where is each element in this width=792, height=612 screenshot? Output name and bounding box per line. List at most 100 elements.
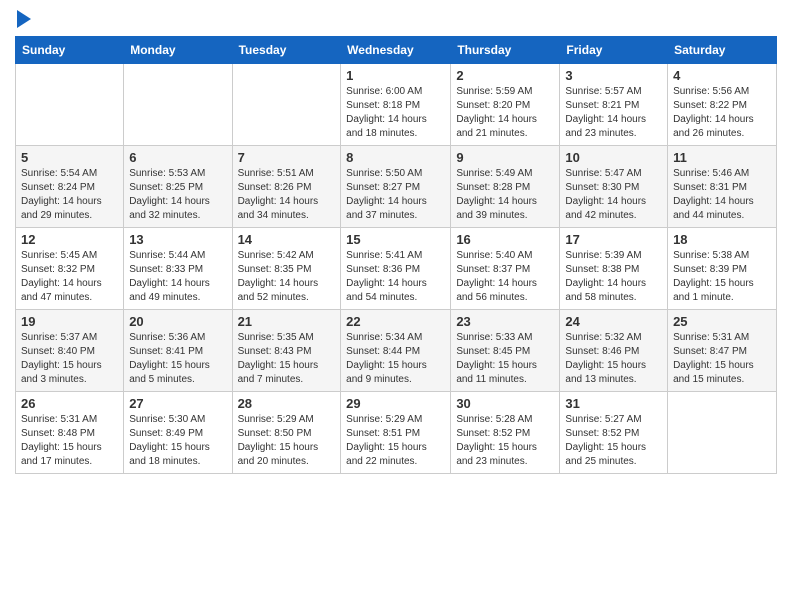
calendar-cell: 16Sunrise: 5:40 AMSunset: 8:37 PMDayligh…	[451, 228, 560, 310]
calendar-cell: 28Sunrise: 5:29 AMSunset: 8:50 PMDayligh…	[232, 392, 341, 474]
day-info-line: Daylight: 14 hours	[456, 277, 554, 291]
day-number: 7	[238, 150, 336, 165]
day-info-line: and 18 minutes.	[129, 455, 226, 469]
day-info-line: and 39 minutes.	[456, 209, 554, 223]
day-number: 9	[456, 150, 554, 165]
day-info-line: Sunset: 8:32 PM	[21, 263, 118, 277]
col-monday: Monday	[124, 37, 232, 64]
day-number: 1	[346, 68, 445, 83]
day-info-line: Sunrise: 5:30 AM	[129, 413, 226, 427]
day-info-line: and 23 minutes.	[565, 127, 662, 141]
day-number: 21	[238, 314, 336, 329]
calendar-cell: 27Sunrise: 5:30 AMSunset: 8:49 PMDayligh…	[124, 392, 232, 474]
day-info-line: Sunrise: 5:42 AM	[238, 249, 336, 263]
day-info-line: and 32 minutes.	[129, 209, 226, 223]
day-info-line: Sunset: 8:51 PM	[346, 427, 445, 441]
day-number: 8	[346, 150, 445, 165]
logo	[15, 10, 31, 28]
day-number: 25	[673, 314, 771, 329]
day-number: 24	[565, 314, 662, 329]
day-info-line: and 22 minutes.	[346, 455, 445, 469]
day-info-line: and 5 minutes.	[129, 373, 226, 387]
day-info-line: Daylight: 14 hours	[238, 195, 336, 209]
day-number: 12	[21, 232, 118, 247]
day-info-line: and 13 minutes.	[565, 373, 662, 387]
day-number: 5	[21, 150, 118, 165]
day-info-line: Sunset: 8:18 PM	[346, 99, 445, 113]
calendar-cell: 25Sunrise: 5:31 AMSunset: 8:47 PMDayligh…	[668, 310, 777, 392]
day-info-line: Sunset: 8:49 PM	[129, 427, 226, 441]
day-info-line: Sunrise: 5:29 AM	[238, 413, 336, 427]
day-info-line: Daylight: 15 hours	[456, 359, 554, 373]
calendar-cell: 7Sunrise: 5:51 AMSunset: 8:26 PMDaylight…	[232, 146, 341, 228]
day-info-line: Sunrise: 5:57 AM	[565, 85, 662, 99]
day-info-line: Sunrise: 5:28 AM	[456, 413, 554, 427]
day-info-line: Sunrise: 5:27 AM	[565, 413, 662, 427]
day-info-line: Daylight: 15 hours	[673, 359, 771, 373]
day-info-line: and 15 minutes.	[673, 373, 771, 387]
day-info-line: Sunset: 8:36 PM	[346, 263, 445, 277]
day-number: 16	[456, 232, 554, 247]
day-info-line: and 3 minutes.	[21, 373, 118, 387]
day-info-line: Sunset: 8:25 PM	[129, 181, 226, 195]
calendar-cell: 1 Sunrise: 6:00 AMSunset: 8:18 PMDaylight…	[341, 64, 451, 146]
calendar-cell: 29Sunrise: 5:29 AMSunset: 8:51 PMDayligh…	[341, 392, 451, 474]
calendar-cell: 8Sunrise: 5:50 AMSunset: 8:27 PMDaylight…	[341, 146, 451, 228]
day-info-line: Daylight: 14 hours	[673, 195, 771, 209]
calendar-cell: 21Sunrise: 5:35 AMSunset: 8:43 PMDayligh…	[232, 310, 341, 392]
calendar-cell: 31 Sunrise: 5:27 AMSunset: 8:52 PMDayligh…	[560, 392, 668, 474]
day-info-line: and 1 minute.	[673, 291, 771, 305]
day-info-line: Daylight: 15 hours	[565, 359, 662, 373]
day-info-line: Sunset: 8:37 PM	[456, 263, 554, 277]
day-info-line: Daylight: 15 hours	[565, 441, 662, 455]
day-number: 13	[129, 232, 226, 247]
day-info-line: Sunrise: 5:56 AM	[673, 85, 771, 99]
day-info-line: Daylight: 14 hours	[129, 277, 226, 291]
day-number: 31	[565, 396, 662, 411]
day-info-line: and 11 minutes.	[456, 373, 554, 387]
calendar-cell: 15Sunrise: 5:41 AMSunset: 8:36 PMDayligh…	[341, 228, 451, 310]
day-info-line: Sunrise: 6:00 AM	[346, 85, 445, 99]
day-info-line: Sunset: 8:27 PM	[346, 181, 445, 195]
day-info-line: and 37 minutes.	[346, 209, 445, 223]
day-number: 20	[129, 314, 226, 329]
day-info-line: Sunrise: 5:32 AM	[565, 331, 662, 345]
day-number: 4	[673, 68, 771, 83]
day-info-line: Sunrise: 5:38 AM	[673, 249, 771, 263]
page-header	[15, 10, 777, 28]
day-number: 17	[565, 232, 662, 247]
day-info-line: Sunset: 8:31 PM	[673, 181, 771, 195]
day-info-line: and 25 minutes.	[565, 455, 662, 469]
calendar-cell: 12Sunrise: 5:45 AMSunset: 8:32 PMDayligh…	[16, 228, 124, 310]
day-info-line: Daylight: 14 hours	[456, 113, 554, 127]
day-info-line: Daylight: 15 hours	[456, 441, 554, 455]
day-info-line: Daylight: 14 hours	[238, 277, 336, 291]
day-info-line: Daylight: 15 hours	[21, 441, 118, 455]
logo-arrow-icon	[17, 10, 31, 28]
day-info-line: and 56 minutes.	[456, 291, 554, 305]
day-number: 15	[346, 232, 445, 247]
calendar-cell: 10Sunrise: 5:47 AMSunset: 8:30 PMDayligh…	[560, 146, 668, 228]
day-info-line: Sunrise: 5:29 AM	[346, 413, 445, 427]
calendar-cell: 26Sunrise: 5:31 AMSunset: 8:48 PMDayligh…	[16, 392, 124, 474]
day-info-line: Daylight: 15 hours	[129, 359, 226, 373]
day-info-line: Sunset: 8:52 PM	[565, 427, 662, 441]
day-info-line: Daylight: 15 hours	[346, 441, 445, 455]
calendar-week-4: 19Sunrise: 5:37 AMSunset: 8:40 PMDayligh…	[16, 310, 777, 392]
day-info-line: and 29 minutes.	[21, 209, 118, 223]
header-row: Sunday Monday Tuesday Wednesday Thursday…	[16, 37, 777, 64]
day-number: 6	[129, 150, 226, 165]
day-info-line: and 44 minutes.	[673, 209, 771, 223]
day-info-line: Daylight: 14 hours	[346, 113, 445, 127]
day-info-line: Daylight: 14 hours	[346, 277, 445, 291]
day-info-line: and 7 minutes.	[238, 373, 336, 387]
day-info-line: Sunset: 8:21 PM	[565, 99, 662, 113]
day-number: 26	[21, 396, 118, 411]
col-saturday: Saturday	[668, 37, 777, 64]
day-info-line: Sunset: 8:26 PM	[238, 181, 336, 195]
day-info-line: Sunrise: 5:34 AM	[346, 331, 445, 345]
day-info-line: Sunset: 8:45 PM	[456, 345, 554, 359]
day-info-line: Sunrise: 5:46 AM	[673, 167, 771, 181]
day-info-line: Sunrise: 5:53 AM	[129, 167, 226, 181]
day-info-line: Daylight: 14 hours	[565, 277, 662, 291]
